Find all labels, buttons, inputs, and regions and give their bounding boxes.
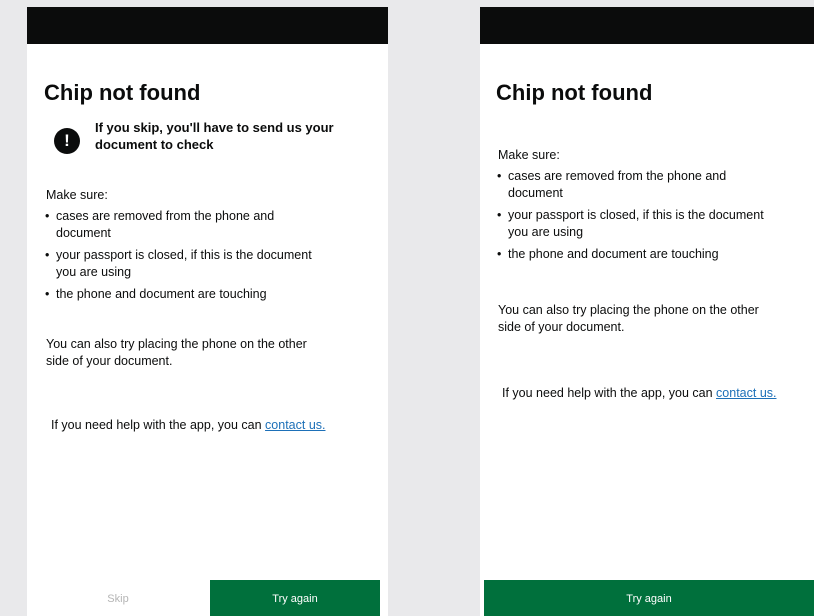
- phone-screen-left: Chip not found ! If you skip, you'll hav…: [27, 7, 388, 616]
- list-item: your passport is closed, if this is the …: [44, 247, 384, 281]
- contact-us-link[interactable]: contact us.: [716, 386, 776, 400]
- list-item: the phone and document are touching: [496, 246, 814, 263]
- other-side-text: You can also try placing the phone on th…: [46, 337, 307, 368]
- other-side-text: You can also try placing the phone on th…: [498, 303, 759, 334]
- warning-icon: !: [54, 128, 80, 154]
- list-item: cases are removed from the phone and doc…: [496, 168, 814, 202]
- contact-us-link[interactable]: contact us.: [265, 418, 325, 432]
- status-bar: [480, 7, 814, 44]
- page-title: Chip not found: [496, 80, 653, 105]
- help-text: If you need help with the app, you can c…: [502, 386, 777, 400]
- list-item: cases are removed from the phone and doc…: [44, 208, 384, 242]
- checklist: cases are removed from the phone and doc…: [44, 208, 384, 308]
- list-item: your passport is closed, if this is the …: [496, 207, 814, 241]
- skip-button[interactable]: Skip: [27, 580, 209, 616]
- make-sure-label: Make sure:: [46, 188, 108, 202]
- warning-callout: ! If you skip, you'll have to send us yo…: [54, 119, 374, 165]
- checklist: cases are removed from the phone and doc…: [496, 168, 814, 268]
- help-text: If you need help with the app, you can c…: [51, 418, 326, 432]
- make-sure-label: Make sure:: [498, 148, 560, 162]
- try-again-button[interactable]: Try again: [210, 580, 380, 616]
- page-title: Chip not found: [44, 80, 201, 105]
- warning-text: If you skip, you'll have to send us your…: [95, 120, 334, 152]
- phone-screen-right: Chip not found Make sure: cases are remo…: [480, 7, 814, 616]
- status-bar: [27, 7, 388, 44]
- list-item: the phone and document are touching: [44, 286, 384, 303]
- try-again-button[interactable]: Try again: [484, 580, 814, 616]
